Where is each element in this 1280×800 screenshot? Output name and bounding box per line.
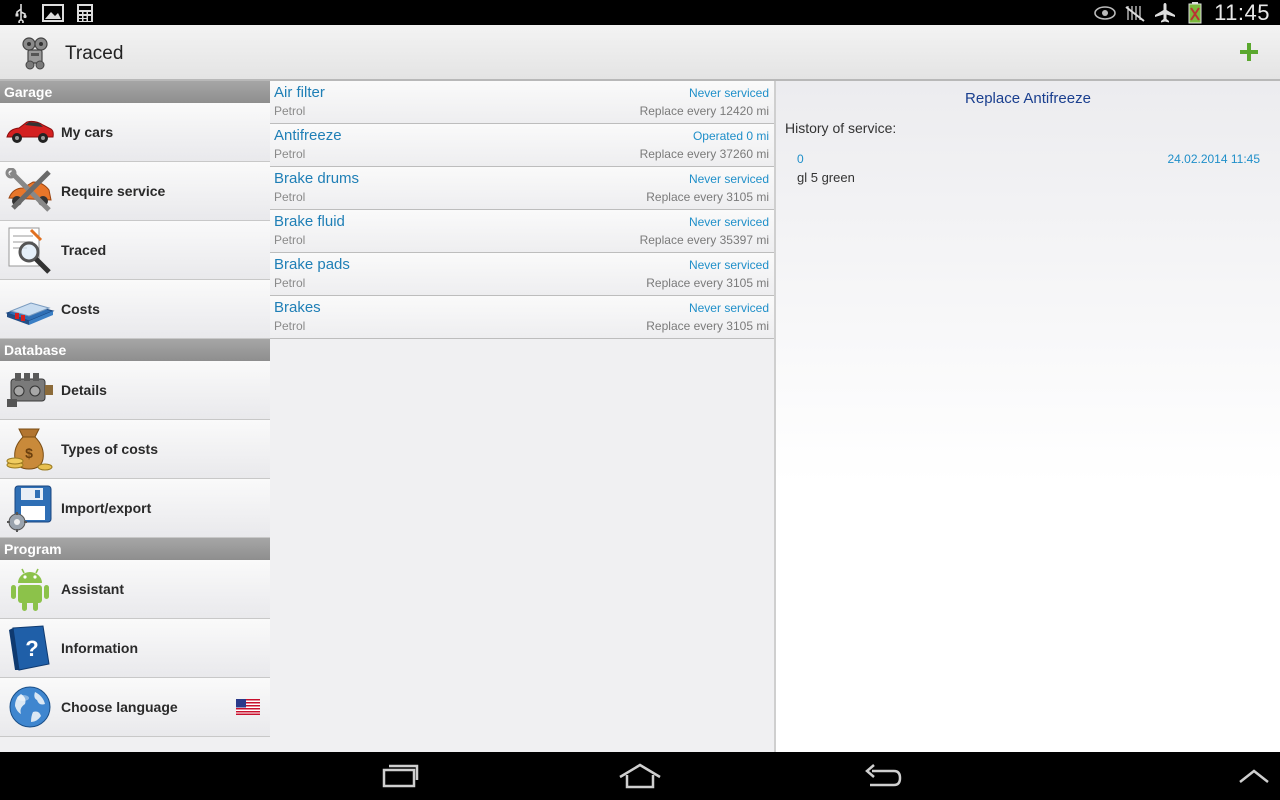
history-mileage: 0 [797,152,804,166]
main-content: Garage My cars Require service Traced Co… [0,81,1280,752]
sidebar-item-label: Types of costs [61,441,158,457]
sidebar-item-traced[interactable]: Traced [0,221,270,280]
item-status: Never serviced [688,172,769,186]
history-label: History of service: [785,120,897,136]
detail-pane: Replace Antifreeze History of service: 0… [774,81,1280,752]
sidebar-item-label: Require service [61,183,166,199]
car-icon [4,108,56,156]
item-title: Brake fluid [274,213,345,230]
floppy-icon [4,484,56,532]
home-button[interactable] [618,760,662,792]
section-header-garage: Garage [0,81,270,103]
us-flag-icon[interactable] [236,699,260,715]
item-interval: Replace every 35397 mi [639,233,769,247]
sidebar-item-information[interactable]: ? Information [0,619,270,678]
item-fuel: Petrol [274,104,306,118]
service-items-list: Air filter Petrol Never serviced Replace… [270,81,774,752]
calculator-icon [74,3,96,23]
sidebar-item-import-export[interactable]: Import/export [0,479,270,538]
sidebar-item-assistant[interactable]: Assistant [0,560,270,619]
money-bag-icon: $ [4,425,56,473]
item-title: Brake pads [274,256,350,273]
detail-title: Replace Antifreeze [965,90,1091,107]
item-status: Operated 0 mi [692,129,769,143]
back-button[interactable] [860,760,904,792]
sidebar-item-label: Information [61,640,138,656]
item-interval: Replace every 3105 mi [646,319,769,333]
app-logo-icon[interactable] [18,35,52,71]
item-title: Air filter [274,84,325,101]
item-fuel: Petrol [274,190,306,204]
action-bar: Traced [0,25,1280,81]
item-fuel: Petrol [274,233,306,247]
engine-icon [4,366,56,414]
list-item[interactable]: Brake fluid Petrol Never serviced Replac… [270,210,774,253]
list-item[interactable]: Antifreeze Petrol Operated 0 mi Replace … [270,124,774,167]
tools-icon [4,167,56,215]
item-title: Brakes [274,299,321,316]
system-nav-bar [0,752,1280,800]
menu-up-button[interactable] [1232,760,1276,792]
cash-icon [4,285,56,333]
battery-icon [1184,1,1206,23]
sidebar-item-require-service[interactable]: Require service [0,162,270,221]
item-status: Never serviced [688,86,769,100]
item-fuel: Petrol [274,147,306,161]
mute-icon [1124,3,1146,23]
sidebar-item-my-cars[interactable]: My cars [0,103,270,162]
item-interval: Replace every 37260 mi [639,147,769,161]
help-book-icon: ? [4,624,56,672]
airplane-icon [1154,2,1176,23]
plus-icon [1240,43,1258,61]
android-icon [4,565,56,613]
sidebar-item-label: Details [61,382,107,398]
home-icon [619,763,661,789]
item-fuel: Petrol [274,276,306,290]
item-status: Never serviced [688,301,769,315]
list-item[interactable]: Brakes Petrol Never serviced Replace eve… [270,296,774,339]
magnifier-icon [4,226,56,274]
svg-text:$: $ [25,445,33,461]
item-fuel: Petrol [274,319,306,333]
sidebar-item-label: Costs [61,301,100,317]
history-note: gl 5 green [797,170,855,185]
item-interval: Replace every 12420 mi [639,104,769,118]
item-title: Antifreeze [274,127,342,144]
item-interval: Replace every 3105 mi [646,276,769,290]
sidebar: Garage My cars Require service Traced Co… [0,81,270,752]
sidebar-item-details[interactable]: Details [0,361,270,420]
section-header-database: Database [0,339,270,361]
back-arrow-icon [865,764,902,787]
sidebar-item-label: Import/export [61,500,152,516]
svg-text:?: ? [25,636,38,661]
history-date: 24.02.2014 11:45 [1167,152,1260,166]
globe-icon [4,683,56,731]
chevron-up-icon [1239,769,1269,783]
list-item[interactable]: Brake pads Petrol Never serviced Replace… [270,253,774,296]
section-header-program: Program [0,538,270,560]
sidebar-item-label: Assistant [61,581,125,597]
sidebar-item-label: Choose language [61,699,178,715]
sidebar-item-label: My cars [61,124,114,140]
item-interval: Replace every 3105 mi [646,190,769,204]
item-status: Never serviced [688,215,769,229]
item-title: Brake drums [274,170,360,187]
usb-icon [10,3,32,23]
image-icon [42,3,64,23]
recent-apps-button[interactable] [378,760,422,792]
sidebar-item-types-of-costs[interactable]: $ Types of costs [0,420,270,479]
sidebar-item-label: Traced [61,242,107,258]
list-item[interactable]: Brake drums Petrol Never serviced Replac… [270,167,774,210]
sidebar-item-choose-language[interactable]: Choose language [0,678,270,737]
status-bar: 11:45 [0,0,1280,25]
clock: 11:45 [1214,0,1270,25]
item-status: Never serviced [688,258,769,272]
recent-apps-icon [382,764,419,788]
add-button[interactable] [1236,39,1262,65]
eye-icon [1094,3,1116,23]
sidebar-item-costs[interactable]: Costs [0,280,270,339]
page-title: Traced [65,43,124,64]
list-item[interactable]: Air filter Petrol Never serviced Replace… [270,81,774,124]
